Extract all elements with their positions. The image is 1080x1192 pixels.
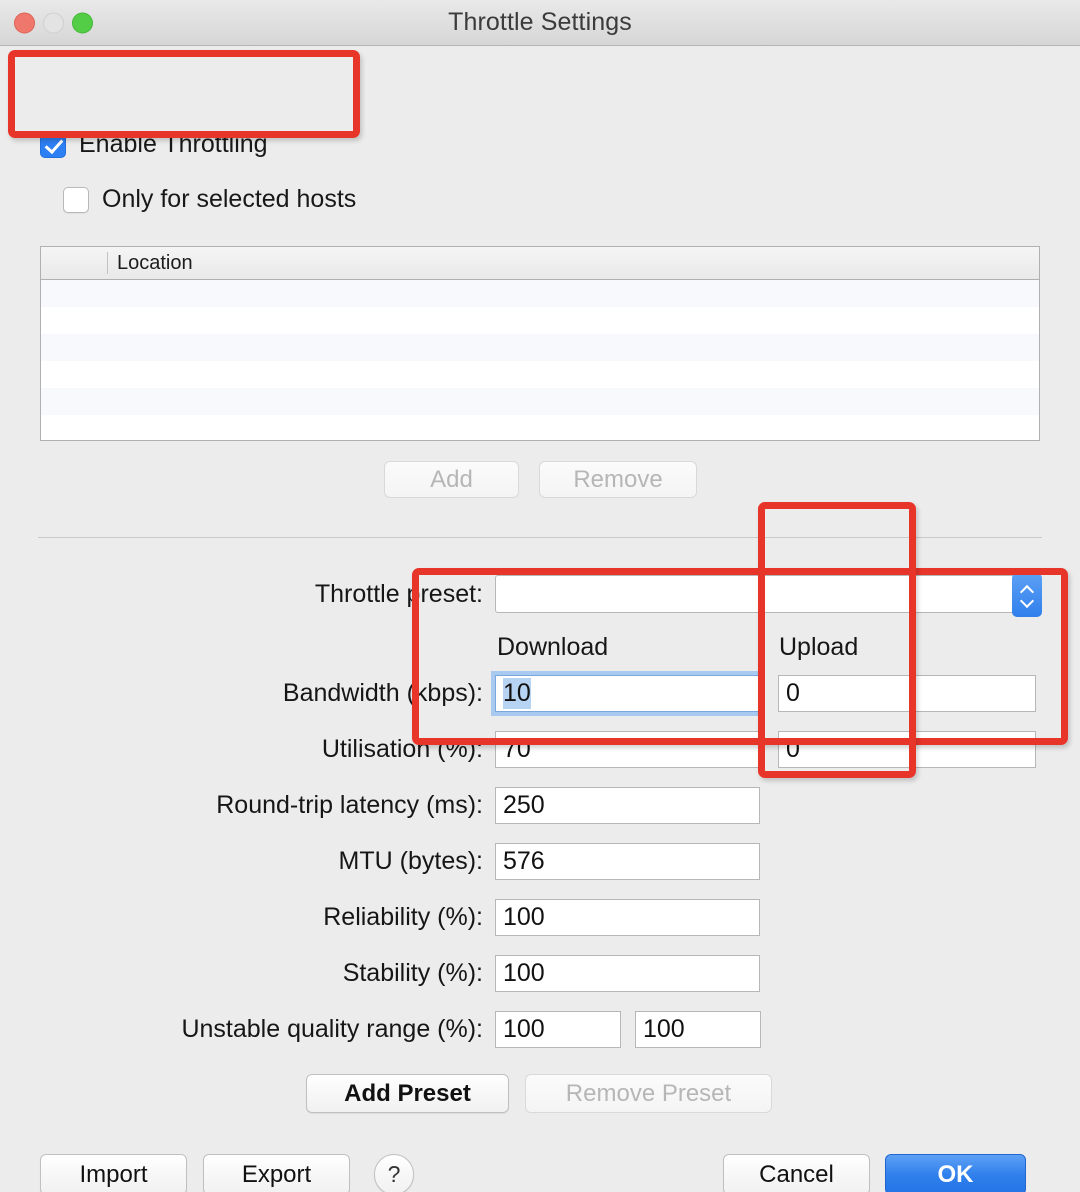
utilisation-download-input[interactable]: 70	[495, 730, 760, 768]
utilisation-row: Utilisation (%): 70 0	[0, 727, 1080, 771]
table-row	[41, 361, 1039, 388]
remove-preset-button[interactable]: Remove Preset	[525, 1074, 772, 1113]
export-button[interactable]: Export	[203, 1154, 350, 1192]
table-row	[41, 388, 1039, 415]
preset-button-group: Add Preset Remove Preset	[0, 1074, 1080, 1114]
throttle-preset-stepper[interactable]	[1012, 573, 1042, 617]
window-titlebar: Throttle Settings	[0, 0, 1080, 46]
enable-throttling-row[interactable]: Enable Throttling	[40, 130, 268, 159]
only-selected-hosts-row[interactable]: Only for selected hosts	[63, 185, 356, 214]
cancel-button[interactable]: Cancel	[723, 1154, 870, 1192]
stability-label: Stability (%):	[342, 958, 483, 987]
download-column-header: Download	[497, 632, 609, 661]
table-row	[41, 334, 1039, 361]
mtu-input[interactable]: 576	[495, 842, 760, 880]
throttle-preset-label: Throttle preset:	[314, 579, 483, 608]
hosts-column-location[interactable]: Location	[117, 252, 193, 275]
reliability-input[interactable]: 100	[495, 898, 760, 936]
bandwidth-download-value: 10	[503, 677, 531, 709]
help-icon[interactable]: ?	[374, 1154, 414, 1192]
unstable-quality-range-row: Unstable quality range (%): 100 100	[0, 1007, 1080, 1051]
bandwidth-download-input[interactable]: 10	[491, 670, 764, 716]
section-divider	[38, 537, 1042, 538]
throttle-preset-combobox[interactable]	[495, 573, 1042, 617]
stability-input[interactable]: 100	[495, 954, 760, 992]
remove-host-button[interactable]: Remove	[539, 461, 697, 498]
window-title: Throttle Settings	[448, 8, 632, 36]
mtu-row: MTU (bytes): 576	[0, 839, 1080, 883]
chevron-up-icon[interactable]	[1021, 586, 1034, 594]
enable-throttling-checkbox[interactable]	[40, 131, 66, 158]
add-preset-button[interactable]: Add Preset	[306, 1074, 509, 1113]
round-trip-latency-input[interactable]: 250	[495, 786, 760, 824]
ok-button[interactable]: OK	[885, 1154, 1026, 1192]
column-divider	[107, 252, 108, 274]
dialog-footer: Import Export ? Cancel OK	[0, 1154, 1080, 1192]
mtu-label: MTU (bytes):	[338, 846, 483, 875]
upload-column-header: Upload	[779, 632, 859, 661]
column-headers-row: Download Upload	[0, 627, 1080, 667]
utilisation-label: Utilisation (%):	[321, 734, 483, 763]
bandwidth-label: Bandwidth (kbps):	[282, 678, 483, 707]
only-selected-hosts-label: Only for selected hosts	[102, 185, 357, 213]
throttle-settings-window: Throttle Settings Enable Throttling Only…	[0, 0, 1080, 1192]
add-host-button[interactable]: Add	[384, 461, 519, 498]
hosts-table-body[interactable]	[41, 280, 1039, 440]
chevron-down-icon[interactable]	[1021, 597, 1034, 605]
unstable-quality-range-max-input[interactable]: 100	[635, 1010, 761, 1048]
maximize-window-icon[interactable]	[72, 12, 93, 33]
hosts-table[interactable]: Location	[40, 246, 1040, 441]
round-trip-latency-label: Round-trip latency (ms):	[216, 790, 483, 819]
reliability-label: Reliability (%):	[323, 902, 483, 931]
dialog-content: Enable Throttling Only for selected host…	[0, 46, 1080, 1192]
enable-throttling-label: Enable Throttling	[79, 130, 268, 158]
bandwidth-row: Bandwidth (kbps): 10 0	[0, 670, 1080, 716]
traffic-light-group	[14, 12, 93, 33]
throttle-form: Throttle preset: Download Upload Bandwid…	[0, 571, 1080, 1063]
unstable-quality-range-label: Unstable quality range (%):	[181, 1014, 483, 1043]
table-row	[41, 280, 1039, 307]
bandwidth-upload-input[interactable]: 0	[778, 674, 1036, 712]
utilisation-upload-input[interactable]: 0	[778, 730, 1036, 768]
hosts-table-header: Location	[41, 247, 1039, 280]
reliability-row: Reliability (%): 100	[0, 895, 1080, 939]
stability-row: Stability (%): 100	[0, 951, 1080, 995]
close-window-icon[interactable]	[14, 12, 35, 33]
minimize-window-icon[interactable]	[43, 12, 64, 33]
round-trip-latency-row: Round-trip latency (ms): 250	[0, 783, 1080, 827]
only-selected-hosts-checkbox[interactable]	[63, 186, 89, 213]
table-row	[41, 415, 1039, 440]
throttle-preset-row: Throttle preset:	[0, 571, 1080, 617]
import-button[interactable]: Import	[40, 1154, 187, 1192]
unstable-quality-range-min-input[interactable]: 100	[495, 1010, 621, 1048]
table-row	[41, 307, 1039, 334]
